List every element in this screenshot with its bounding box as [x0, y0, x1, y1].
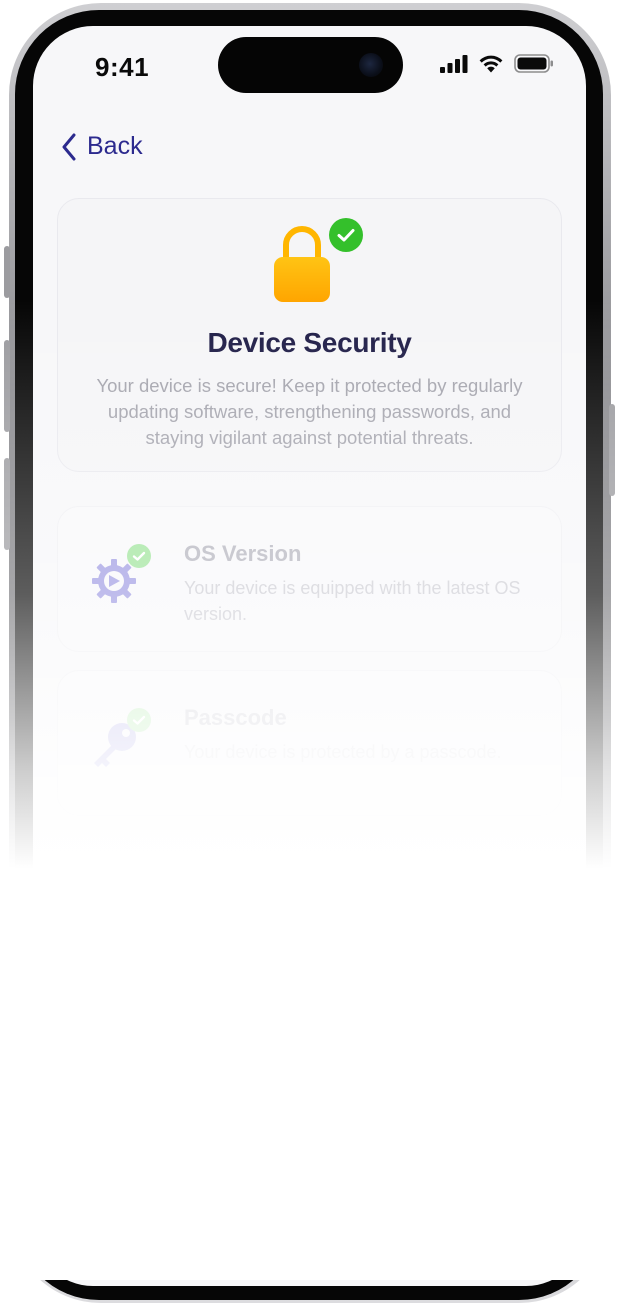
passcode-title: Passcode: [184, 705, 287, 730]
volume-up-button: [4, 340, 10, 432]
status-time: 9:41: [95, 52, 150, 82]
wifi-icon: [479, 55, 503, 73]
chevron-left-icon: [62, 133, 76, 160]
os-version-icon-wrap: [90, 544, 154, 613]
security-description: Your device is secure! Keep it protected…: [96, 375, 523, 448]
passcode-card[interactable]: Passcode Your device is protected by a p…: [57, 670, 562, 816]
page-title: Device Security: [207, 327, 412, 358]
passcode-icon-wrap: [90, 708, 154, 777]
os-version-card[interactable]: OS Version Your device is equipped with …: [57, 506, 562, 652]
lock-graphic: [272, 215, 363, 315]
os-version-title: OS Version: [184, 541, 302, 566]
screen: 9:41 Back Device Security Your device is…: [33, 26, 586, 1286]
device-security-card: Device Security Your device is secure! K…: [57, 198, 562, 472]
battery-icon: [514, 54, 553, 73]
camera-icon: [359, 53, 383, 77]
back-label: Back: [87, 132, 143, 160]
check-badge-icon: [127, 544, 151, 568]
os-version-description: Your device is equipped with the latest …: [184, 578, 521, 624]
passcode-description: Your device is protected by a passcode.: [184, 742, 502, 762]
check-badge-icon: [329, 218, 363, 252]
power-button: [609, 404, 615, 496]
action-button: [4, 246, 10, 298]
check-badge-icon: [127, 708, 151, 732]
cellular-signal-icon: [440, 54, 468, 73]
dynamic-island: [218, 37, 403, 93]
status-icons: [440, 54, 554, 73]
back-button[interactable]: Back: [61, 132, 143, 161]
volume-down-button: [4, 458, 10, 550]
